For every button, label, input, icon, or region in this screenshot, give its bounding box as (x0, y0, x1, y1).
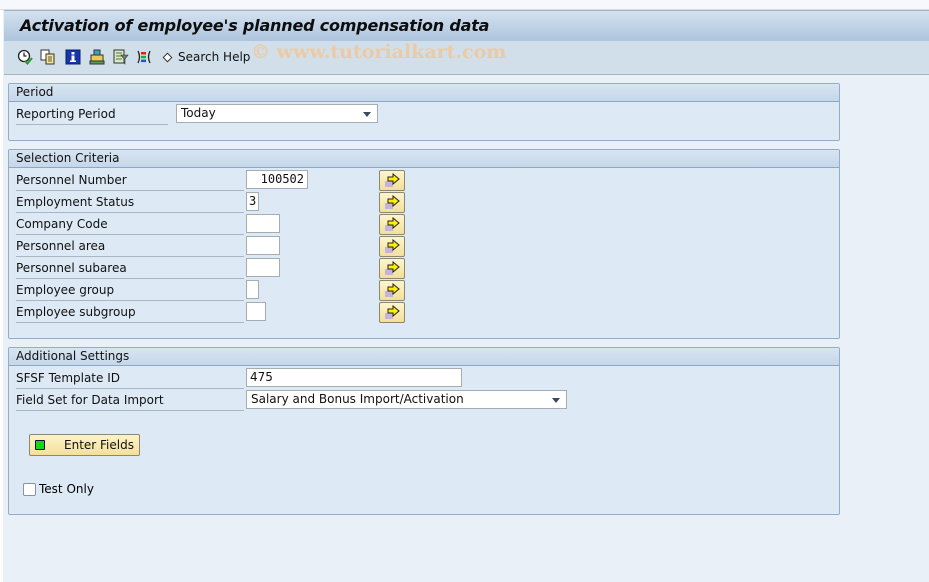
multiple-selection-arrow-icon (385, 305, 400, 319)
employee-group-input[interactable] (246, 280, 259, 299)
field-set-select[interactable]: Salary and Bonus Import/Activation (246, 390, 567, 409)
selection-row-employment-status: Employment Status 3 (16, 192, 416, 213)
company-code-label: Company Code (16, 214, 244, 235)
employee-subgroup-multiple-selection-button[interactable] (379, 302, 405, 323)
selection-options-icon[interactable] (136, 49, 152, 65)
selection-row-personnel-subarea: Personnel subarea (16, 258, 416, 279)
diamond-icon (162, 52, 173, 62)
page-title: Activation of employee's planned compens… (20, 16, 490, 35)
employment-status-multiple-selection-button[interactable] (379, 192, 405, 213)
top-strip (0, 0, 929, 10)
company-code-multiple-selection-button[interactable] (379, 214, 405, 235)
multiple-selection-arrow-icon (385, 173, 400, 187)
field-set-row: Field Set for Data Import Salary and Bon… (16, 390, 576, 411)
personnel-number-multiple-selection-button[interactable] (379, 170, 405, 191)
program-documentation-icon[interactable] (65, 49, 81, 65)
employee-subgroup-input[interactable] (246, 302, 266, 321)
green-status-icon (35, 440, 45, 450)
additional-settings-title: Additional Settings (9, 348, 839, 366)
template-id-label: SFSF Template ID (16, 368, 244, 389)
field-set-label: Field Set for Data Import (16, 390, 244, 411)
employment-status-label: Employment Status (16, 192, 244, 213)
print-icon[interactable] (89, 49, 105, 65)
personnel-area-input[interactable] (246, 236, 280, 255)
personnel-subarea-multiple-selection-button[interactable] (379, 258, 405, 279)
personnel-number-label: Personnel Number (16, 170, 244, 191)
watermark: © www.tutorialkart.com (251, 41, 507, 63)
selection-row-personnel-area: Personnel area (16, 236, 416, 257)
template-id-input[interactable]: 475 (246, 368, 462, 387)
multiple-selection-arrow-icon (385, 261, 400, 275)
search-help-label: Search Help (178, 50, 251, 64)
company-code-input[interactable] (246, 214, 280, 233)
enter-fields-button[interactable]: Enter Fields (29, 434, 140, 456)
search-help-button[interactable]: Search Help (162, 50, 251, 64)
selection-row-employee-group: Employee group (16, 280, 416, 301)
personnel-area-multiple-selection-button[interactable] (379, 236, 405, 257)
employee-group-label: Employee group (16, 280, 244, 301)
chevron-down-icon (552, 398, 560, 403)
chevron-down-icon (363, 112, 371, 117)
get-variant-icon[interactable] (40, 49, 56, 65)
template-id-row: SFSF Template ID 475 (16, 368, 576, 389)
reporting-period-select[interactable]: Today (176, 104, 378, 123)
left-edge (0, 10, 3, 582)
employment-status-input[interactable]: 3 (246, 192, 259, 211)
reporting-period-label: Reporting Period (16, 104, 168, 125)
dynamic-selections-icon[interactable] (113, 49, 129, 65)
period-group-title: Period (9, 84, 839, 102)
test-only-checkbox-row[interactable]: Test Only (23, 482, 94, 496)
execute-icon[interactable] (17, 49, 33, 65)
selection-criteria-title: Selection Criteria (9, 150, 839, 168)
personnel-subarea-label: Personnel subarea (16, 258, 244, 279)
multiple-selection-arrow-icon (385, 195, 400, 209)
personnel-subarea-input[interactable] (246, 258, 280, 277)
employee-subgroup-label: Employee subgroup (16, 302, 244, 323)
reporting-period-value: Today (181, 106, 216, 120)
application-toolbar: Search Help © www.tutorialkart.com (4, 41, 929, 75)
enter-fields-label: Enter Fields (64, 438, 134, 452)
selection-row-employee-subgroup: Employee subgroup (16, 302, 416, 323)
title-bar: Activation of employee's planned compens… (4, 10, 929, 41)
multiple-selection-arrow-icon (385, 217, 400, 231)
employee-group-multiple-selection-button[interactable] (379, 280, 405, 301)
personnel-number-input[interactable]: 100502 (246, 170, 308, 189)
personnel-area-label: Personnel area (16, 236, 244, 257)
multiple-selection-arrow-icon (385, 239, 400, 253)
selection-row-company-code: Company Code (16, 214, 416, 235)
field-set-value: Salary and Bonus Import/Activation (251, 392, 464, 406)
multiple-selection-arrow-icon (385, 283, 400, 297)
test-only-label: Test Only (39, 482, 94, 496)
selection-row-personnel-number: Personnel Number 100502 (16, 170, 416, 191)
test-only-checkbox[interactable] (23, 482, 36, 496)
reporting-period-row: Reporting Period Today (16, 104, 416, 125)
